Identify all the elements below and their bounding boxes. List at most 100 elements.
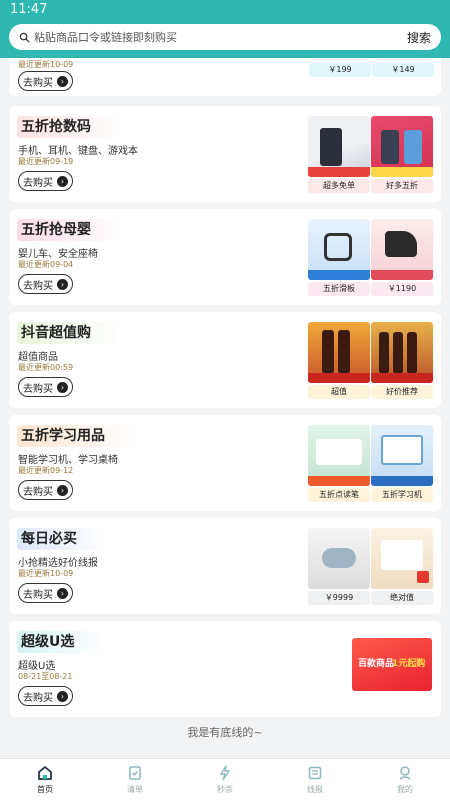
product-image — [371, 219, 433, 280]
deal-card[interactable]: 抖音超值购 超值商品 最近更新00:59 去购买 › 超值 好价推荐 — [9, 312, 441, 408]
card-title: 五折学习用品 — [17, 425, 135, 447]
product-item[interactable]: 五折滑板 — [308, 219, 370, 296]
feed-list[interactable]: 最近更新10-09 去购买 › ￥199 ￥149 五折抢数码 手机、耳机、键盘、… — [0, 58, 450, 758]
end-of-list: 我是有底线的~ — [187, 726, 263, 739]
card-date: 最近更新10-09 — [18, 569, 74, 578]
card-date: 08-21至08-21 — [18, 672, 73, 681]
deal-card[interactable]: 五折学习用品 智能学习机、学习桌椅 最近更新09-12 去购买 › 五折点读笔 五… — [9, 415, 441, 511]
product-tag: 五折滑板 — [308, 282, 370, 296]
product-image — [308, 425, 370, 486]
tab-checklist[interactable]: 清单 — [90, 759, 180, 800]
product-item[interactable]: 好多五折 — [371, 116, 433, 193]
flash-sale-icon — [219, 765, 231, 781]
card-date: 最近更新09-04 — [18, 260, 74, 269]
arrow-right-icon: › — [57, 75, 68, 87]
product-image — [308, 116, 370, 177]
arrow-right-icon: › — [57, 381, 68, 393]
tab-label: 我的 — [397, 785, 413, 794]
checklist-icon — [129, 766, 141, 780]
tab-flash-sale[interactable]: 秒杀 — [180, 759, 270, 800]
product-tag: 超多免单 — [308, 179, 370, 193]
card-subtitle: 超级U选 — [18, 661, 56, 672]
product-tag: ￥199 — [309, 63, 371, 77]
card-subtitle: 智能学习机、学习桌椅 — [18, 455, 118, 466]
buy-button[interactable]: 去购买 › — [18, 686, 73, 706]
card-date: 最近更新00:59 — [18, 363, 74, 372]
card-title: 每日必买 — [17, 528, 107, 550]
product-image — [371, 425, 433, 486]
tab-profile[interactable]: 我的 — [360, 759, 450, 800]
card-date: 最近更新09-19 — [18, 157, 74, 166]
deal-card[interactable]: 超级U选 超级U选 08-21至08-21 去购买 › 百款商品 1元起购 — [9, 621, 441, 717]
card-date: 最近更新10-09 — [18, 60, 74, 69]
news-icon — [308, 766, 322, 780]
product-item[interactable]: 五折点读笔 — [308, 425, 370, 502]
buy-button[interactable]: 去购买 › — [18, 274, 73, 294]
card-title: 抖音超值购 — [17, 322, 121, 344]
product-image — [371, 322, 433, 383]
product-image — [308, 219, 370, 280]
banner-text: 百款商品 — [358, 659, 395, 669]
product-item[interactable]: ￥1190 — [371, 219, 433, 296]
card-date: 最近更新09-12 — [18, 466, 74, 475]
tab-home[interactable]: 首页 — [0, 759, 90, 800]
arrow-right-icon: › — [57, 484, 68, 496]
buy-button[interactable]: 去购买 › — [18, 480, 73, 500]
product-item[interactable]: ￥149 — [372, 63, 434, 77]
product-item[interactable]: ￥9999 — [308, 528, 370, 605]
card-subtitle: 超值商品 — [18, 352, 58, 363]
buy-button[interactable]: 去购买 › — [18, 171, 73, 191]
product-tag: 绝对值 — [371, 591, 433, 605]
product-image — [308, 528, 370, 589]
deal-card[interactable]: 五折抢母婴 婴儿车、安全座椅 最近更新09-04 去购买 › 五折滑板 ￥1190 — [9, 209, 441, 305]
product-tag: 超值 — [308, 385, 370, 399]
buy-button[interactable]: 去购买 › — [18, 377, 73, 397]
arrow-right-icon: › — [57, 587, 68, 599]
product-item[interactable]: 绝对值 — [371, 528, 433, 605]
buy-label: 去购买 — [23, 486, 53, 498]
deal-card[interactable]: 五折抢数码 手机、耳机、键盘、游戏本 最近更新09-19 去购买 › 超多免单 好… — [9, 106, 441, 202]
tab-label: 线报 — [307, 785, 323, 794]
buy-label: 去购买 — [23, 77, 53, 89]
card-subtitle: 手机、耳机、键盘、游戏本 — [18, 146, 138, 157]
status-time: 11:47 — [10, 2, 48, 17]
product-image — [308, 322, 370, 383]
profile-icon — [399, 766, 411, 780]
search-input[interactable]: 粘贴商品口令或链接即刻购买 搜索 — [9, 24, 441, 50]
search-placeholder: 粘贴商品口令或链接即刻购买 — [34, 31, 177, 44]
arrow-right-icon: › — [57, 690, 68, 702]
product-tag: ￥1190 — [371, 282, 433, 296]
deal-card[interactable]: 每日必买 小抢精选好价线报 最近更新10-09 去购买 › ￥9999 绝对值 — [9, 518, 441, 614]
promo-banner[interactable]: 百款商品 1元起购 — [352, 638, 432, 691]
search-button[interactable]: 搜索 — [407, 29, 431, 46]
product-tag: ￥149 — [372, 63, 434, 77]
product-image — [371, 528, 433, 589]
card-subtitle: 婴儿车、安全座椅 — [18, 249, 98, 260]
search-icon — [19, 32, 30, 43]
buy-label: 去购买 — [23, 383, 53, 395]
buy-label: 去购买 — [23, 692, 53, 704]
buy-button[interactable]: 去购买 › — [18, 71, 73, 91]
home-icon — [38, 765, 52, 780]
card-title: 五折抢母婴 — [17, 219, 121, 241]
tab-news[interactable]: 线报 — [270, 759, 360, 800]
product-item[interactable]: 超多免单 — [308, 116, 370, 193]
tab-label: 清单 — [127, 785, 143, 794]
product-tag: 好多五折 — [371, 179, 433, 193]
product-item[interactable]: 超值 — [308, 322, 370, 399]
product-item[interactable]: 好价推荐 — [371, 322, 433, 399]
bottom-tab-bar: 首页 清单 秒杀 线报 我的 — [0, 758, 450, 800]
header-bar: 11:47 粘贴商品口令或链接即刻购买 搜索 — [0, 0, 450, 58]
arrow-right-icon: › — [57, 175, 68, 187]
product-item[interactable]: 五折学习机 — [371, 425, 433, 502]
tab-label: 首页 — [37, 785, 53, 794]
product-image — [371, 116, 433, 177]
product-tag: 好价推荐 — [371, 385, 433, 399]
product-tag: 五折学习机 — [371, 488, 433, 502]
buy-button[interactable]: 去购买 › — [18, 583, 73, 603]
buy-label: 去购买 — [23, 280, 53, 292]
banner-text: 1元起购 — [392, 659, 426, 669]
product-item[interactable]: ￥199 — [309, 63, 371, 77]
card-title: 超级U选 — [17, 631, 105, 653]
card-title: 五折抢数码 — [17, 116, 121, 138]
